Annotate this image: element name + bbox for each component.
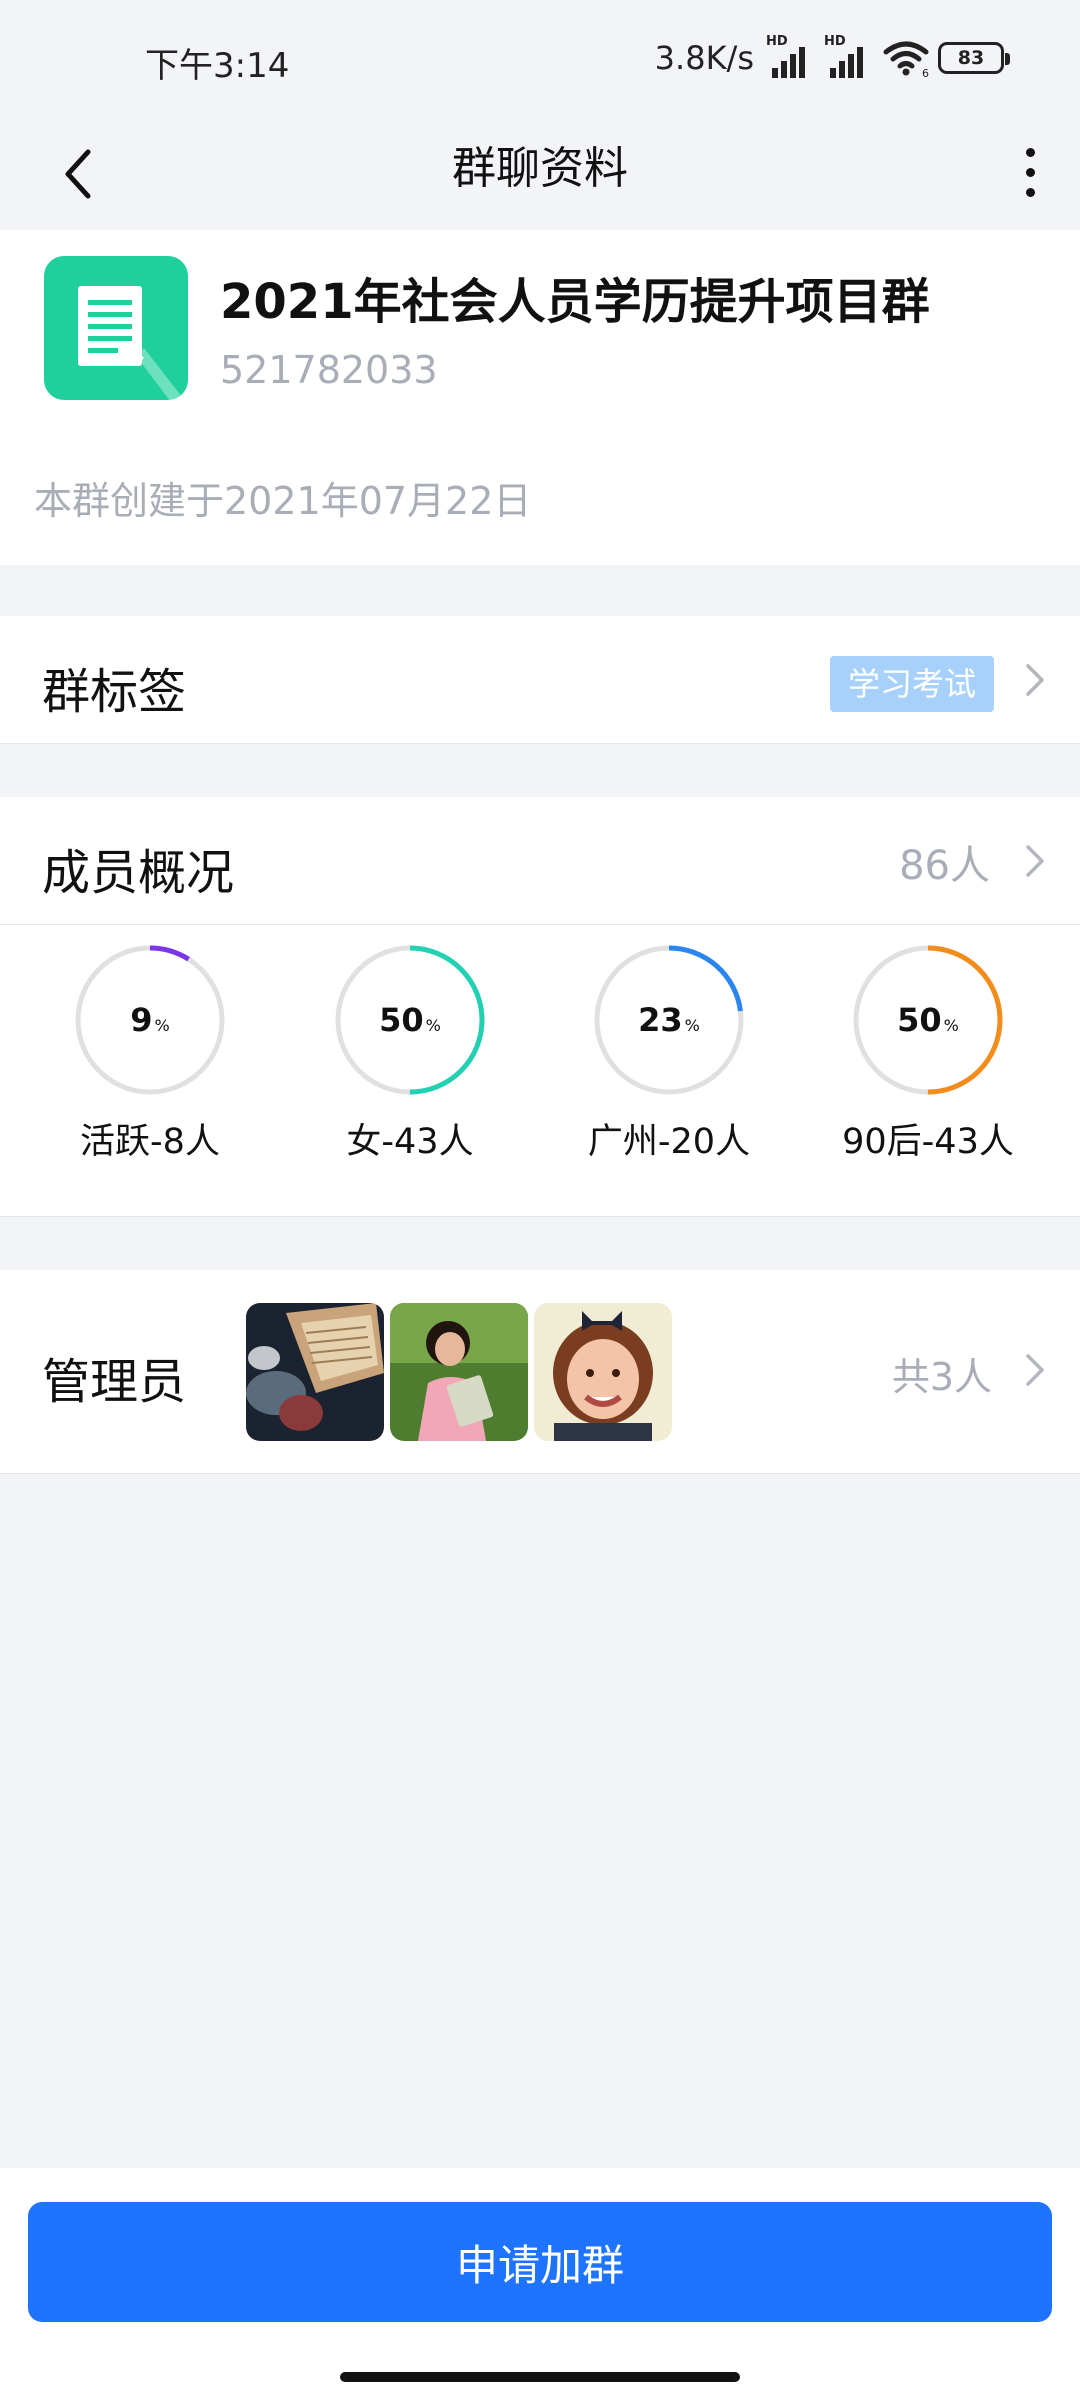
group-tags-label: 群标签 [42,664,187,720]
nav-bar: 群聊资料 [0,120,1080,230]
home-indicator[interactable] [340,2372,740,2382]
avatar[interactable] [246,1303,384,1441]
group-profile-page: 下午3:14 3.8K/s HD HD 6 83 群聊资料 2021年社会人员学… [0,0,1080,2400]
wifi-icon: 6 [883,41,929,78]
stat-label: 90后-43人 [842,1122,1014,1162]
avatar[interactable] [390,1303,528,1441]
admins-count: 共3人 [891,1355,992,1399]
status-indicators: 3.8K/s HD HD 6 83 [654,34,1010,80]
stat-percent: 23% [638,1001,700,1039]
signal-icon: HD [824,34,874,78]
members-overview-row[interactable]: 成员概况 86人 [0,797,1080,925]
group-name: 2021年社会人员学历提升项目群 [220,274,930,330]
status-time: 下午3:14 [145,46,290,86]
svg-text:6: 6 [922,67,929,78]
more-vertical-icon [1025,147,1035,157]
stat-percent: 50% [379,1001,441,1039]
admins-label: 管理员 [42,1354,187,1410]
group-info-card: 2021年社会人员学历提升项目群 521782033 本群创建于2021年07月… [0,230,1080,565]
bottom-action-bar: 申请加群 [0,2168,1080,2400]
group-tags-row[interactable]: 群标签 学习考试 [0,616,1080,744]
apply-join-button[interactable]: 申请加群 [28,2202,1052,2322]
group-id: 521782033 [220,348,438,392]
stat-age: 50% 90后-43人 [808,945,1048,1205]
chevron-right-icon [1026,1354,1044,1386]
admin-avatars [246,1303,672,1441]
admins-row[interactable]: 管理员 共3人 [0,1270,1080,1474]
more-button[interactable] [1000,132,1060,212]
battery-level: 83 [957,47,985,69]
document-icon [78,286,185,400]
stat-city: 23% 广州-20人 [549,945,789,1205]
members-overview-card: 成员概况 86人 9% 活跃-8人 50% 女-43人 23 % 广州-20人 … [0,797,1080,1217]
network-speed: 3.8K/s [654,39,754,77]
stat-label: 广州-20人 [587,1122,751,1162]
battery-icon: 83 [938,42,1010,74]
group-created-date: 本群创建于2021年07月22日 [34,479,532,523]
chevron-right-icon [1026,664,1044,696]
stat-active: 9% 活跃-8人 [30,945,270,1205]
member-stats: 9% 活跃-8人 50% 女-43人 23% 广州-20人 50 % 90后-4… [0,925,1080,1217]
signal-icon: HD [766,34,816,78]
chevron-right-icon [1026,845,1044,877]
avatar[interactable] [534,1303,672,1441]
members-count: 86人 [899,843,990,889]
status-bar: 下午3:14 3.8K/s HD HD 6 83 [0,0,1080,120]
stat-percent: 50% [897,1001,959,1039]
group-avatar[interactable] [44,256,188,400]
members-overview-label: 成员概况 [42,845,235,901]
stat-label: 活跃-8人 [80,1122,220,1162]
group-tag-badge: 学习考试 [829,656,994,712]
stat-female: 50% 女-43人 [290,945,530,1205]
stat-label: 女-43人 [346,1122,474,1162]
page-title: 群聊资料 [452,143,628,194]
stat-percent: 9% [130,1001,170,1039]
